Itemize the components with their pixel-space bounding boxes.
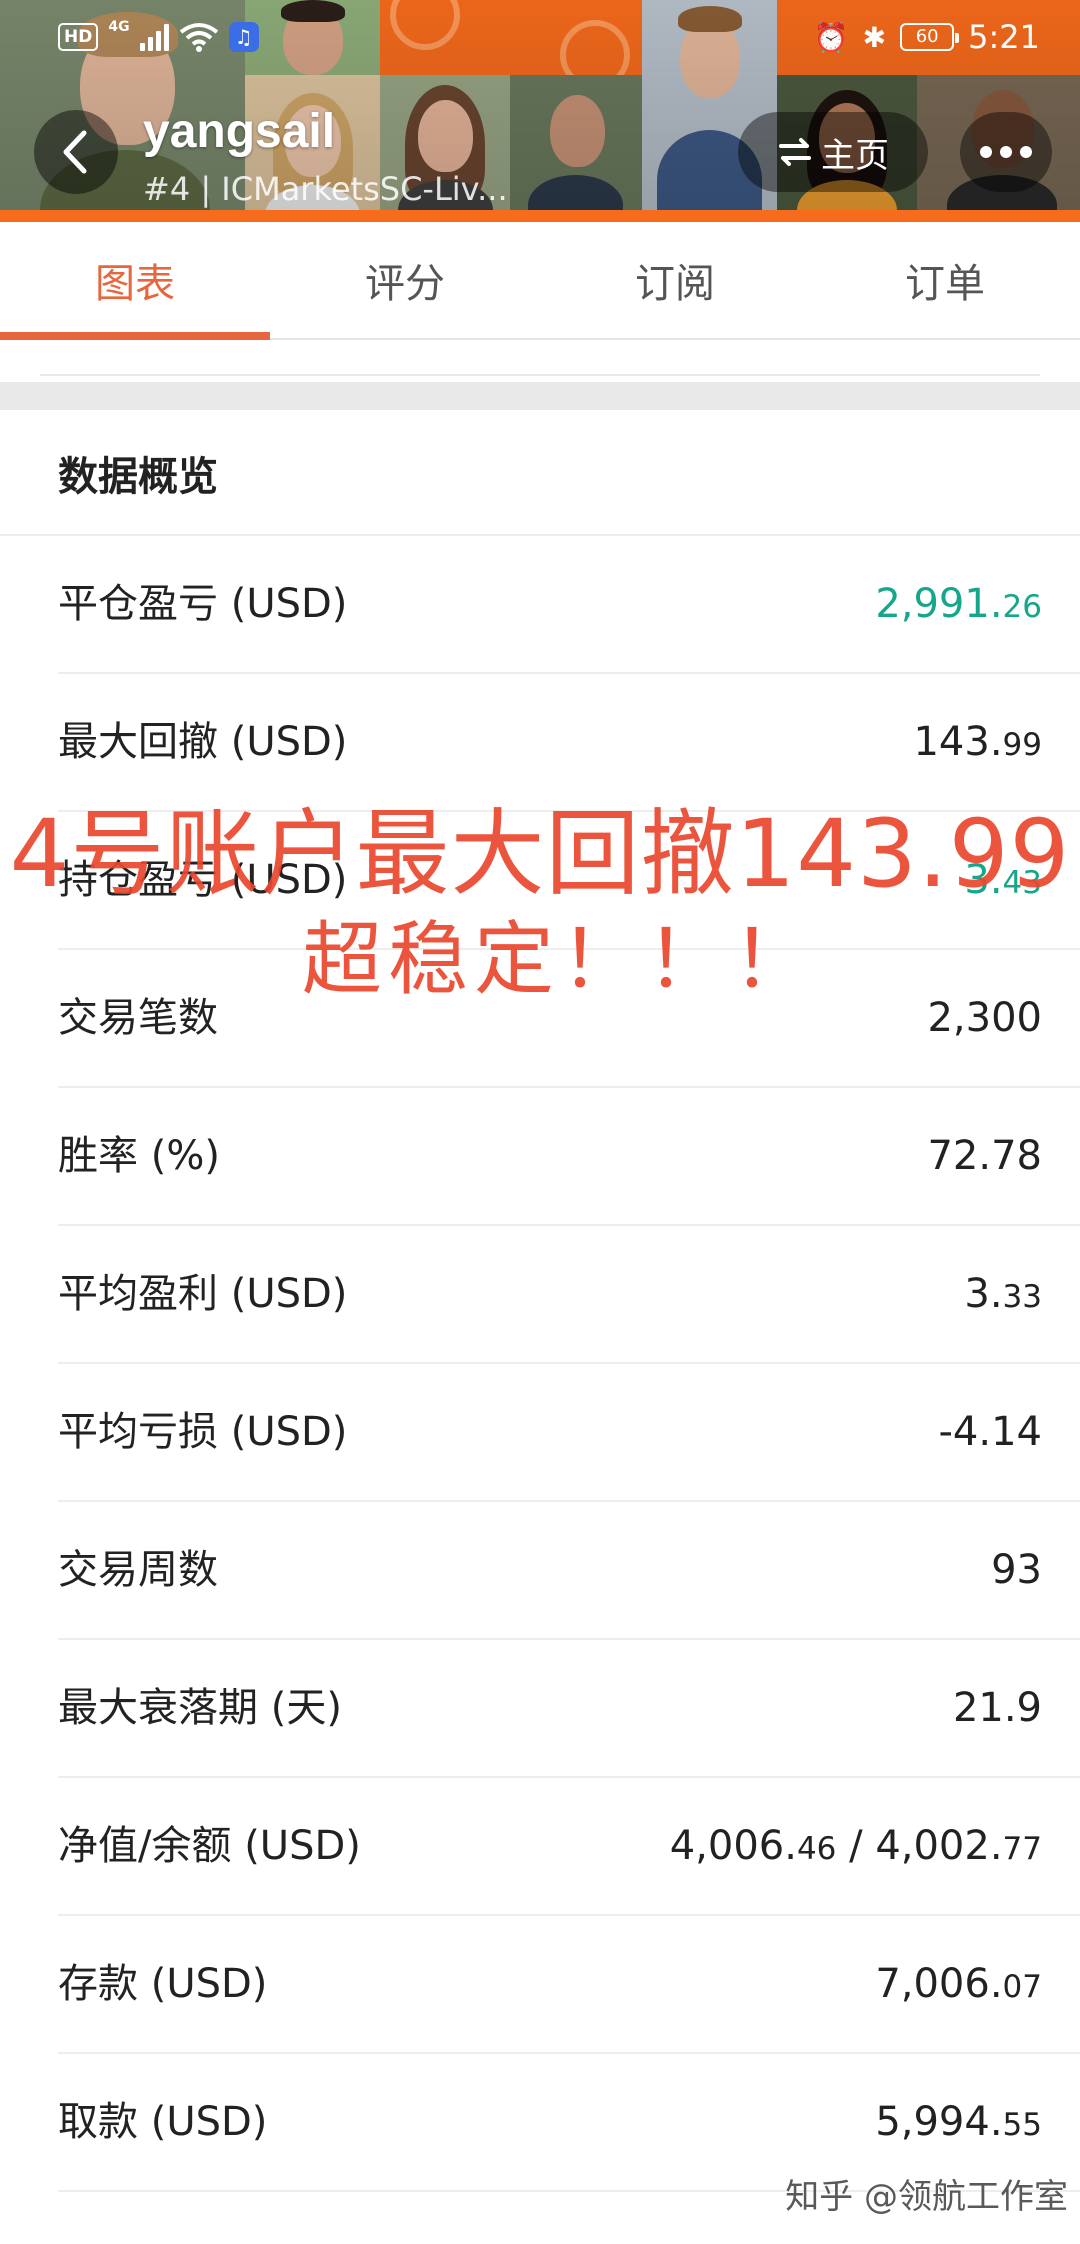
tab-subscription[interactable]: 订阅 [540,222,810,338]
stat-label: 平均亏损 (USD) [58,1409,348,1455]
divider [40,374,1040,376]
stat-row-max-decline-period: 最大衰落期 (天) 21.9 [58,1640,1080,1778]
stat-row-open-pnl: 持仓盈亏 (USD) 3.43 [58,812,1080,950]
stat-value: 2,300 [927,995,1042,1041]
user-name: yangsail [143,105,336,158]
profile-header: HD 4G ♫ ⏰ ✱ 60 5:21 yangsail #4 | ICMark… [0,0,1080,222]
stat-label: 最大回撤 (USD) [58,719,348,765]
stat-label: 交易周数 [58,1547,218,1593]
overview-list: 平仓盈亏 (USD) 2,991.26 最大回撤 (USD) 143.99 持仓… [0,536,1080,2192]
stat-row-avg-profit: 平均盈利 (USD) 3.33 [58,1226,1080,1364]
stat-label: 净值/余额 (USD) [58,1823,361,1869]
signal-icon [139,23,169,51]
stat-value: 93 [991,1547,1042,1593]
stat-label: 平均盈利 (USD) [58,1271,348,1317]
stat-label: 取款 (USD) [58,2099,268,2145]
header-accent-strip [0,210,1080,222]
wifi-icon [179,23,218,52]
swap-arrows-icon [779,138,811,166]
back-button[interactable] [34,110,118,194]
stat-value: 3.33 [964,1271,1042,1317]
tab-bar: 图表 评分 订阅 订单 [0,222,1080,340]
stat-row-closed-pnl: 平仓盈亏 (USD) 2,991.26 [58,536,1080,674]
stat-value: 7,006.07 [875,1961,1042,2007]
more-button[interactable] [960,112,1052,192]
stat-row-equity-balance: 净值/余额 (USD) 4,006.46 / 4,002.77 [58,1778,1080,1916]
tab-rating[interactable]: 评分 [270,222,540,338]
tab-chart[interactable]: 图表 [0,222,270,340]
stat-value: 21.9 [952,1685,1042,1731]
watermark: 知乎 @领航工作室 [785,2177,1068,2217]
section-gap [0,382,1080,410]
stat-row-max-drawdown: 最大回撤 (USD) 143.99 [58,674,1080,812]
account-subtitle: #4 | ICMarketsSC-Liv... [143,170,508,208]
more-dots-icon [980,146,992,158]
stat-row-avg-loss: 平均亏损 (USD) -4.14 [58,1364,1080,1502]
section-title: 数据概览 [58,454,218,500]
stat-value: 4,006.46 / 4,002.77 [669,1823,1042,1869]
hd-icon: HD [58,23,99,51]
stat-value: -4.14 [938,1409,1043,1455]
alarm-icon: ⏰ [813,20,849,54]
stat-label: 最大衰落期 (天) [58,1685,342,1731]
stat-row-trade-count: 交易笔数 2,300 [58,950,1080,1088]
stat-row-win-rate: 胜率 (%) 72.78 [58,1088,1080,1226]
status-bar: HD 4G ♫ ⏰ ✱ 60 5:21 [0,0,1080,80]
music-app-icon: ♫ [228,22,259,52]
stat-label: 胜率 (%) [58,1133,220,1179]
home-button-label: 主页 [821,135,889,176]
clock-time: 5:21 [968,18,1040,56]
stat-label: 平仓盈亏 (USD) [58,581,348,627]
battery-icon: 60 [900,23,960,51]
stat-label: 交易笔数 [58,995,218,1041]
tab-orders[interactable]: 订单 [810,222,1080,338]
network-type: 4G [108,19,130,35]
stat-value: 72.78 [927,1133,1042,1179]
home-button[interactable]: 主页 [738,112,928,192]
chevron-left-icon [63,130,87,174]
bluetooth-icon: ✱ [862,20,887,54]
stat-label: 持仓盈亏 (USD) [58,857,348,903]
stat-value: 2,991.26 [875,581,1042,627]
stat-row-deposits: 存款 (USD) 7,006.07 [58,1916,1080,2054]
stat-value: 143.99 [913,719,1042,765]
stat-label: 存款 (USD) [58,1961,268,2007]
stat-value: 3.43 [964,857,1042,903]
stat-row-trade-weeks: 交易周数 93 [58,1502,1080,1640]
